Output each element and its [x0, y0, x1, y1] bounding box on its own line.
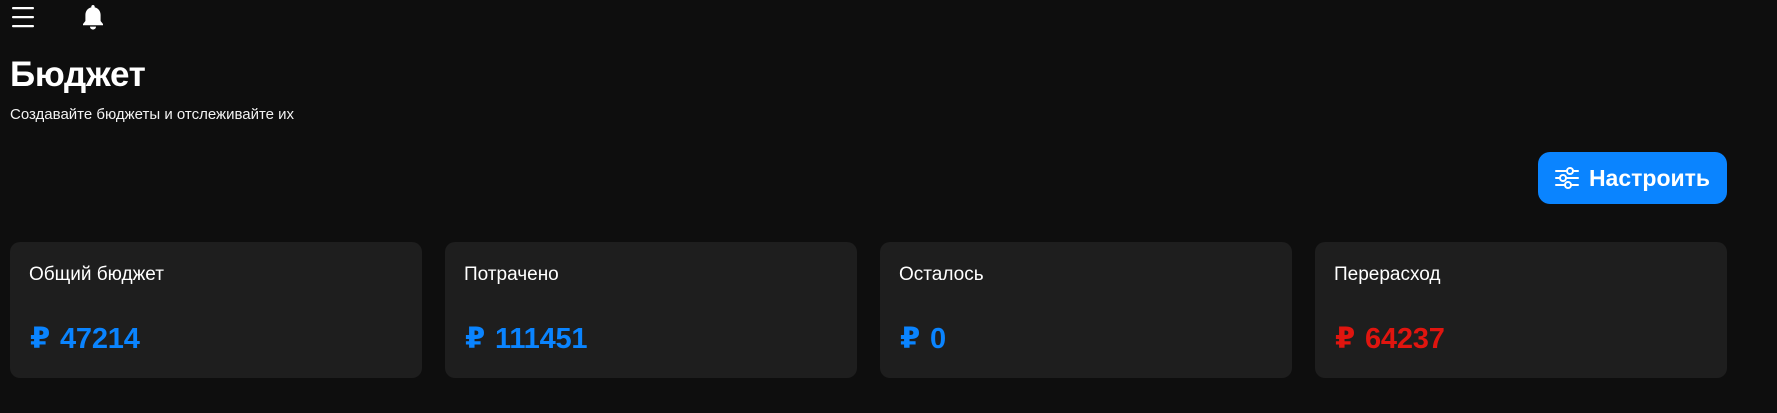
card-amount: 0 [929, 323, 946, 355]
card-amount: 111451 [494, 323, 588, 355]
hamburger-menu-icon[interactable] [12, 4, 38, 30]
top-bar [0, 0, 1777, 40]
configure-button[interactable]: Настроить [1538, 152, 1727, 204]
card-amount: 64237 [1364, 323, 1445, 355]
card-label: Потрачено [464, 264, 559, 285]
page-subtitle: Создавайте бюджеты и отслеживайте их [10, 106, 295, 123]
ruble-icon: ₽ [900, 323, 920, 355]
ruble-icon: ₽ [30, 323, 50, 355]
budget-page: Бюджет Создавайте бюджеты и отслеживайте… [0, 0, 1777, 413]
page-title: Бюджет [10, 55, 146, 94]
card-label: Перерасход [1334, 264, 1441, 285]
sliders-icon [1554, 166, 1579, 190]
ruble-icon: ₽ [1335, 323, 1355, 355]
card-value: ₽47214 [30, 322, 140, 356]
card-amount: 47214 [59, 323, 140, 355]
card-remaining: Осталось ₽0 [880, 242, 1292, 378]
card-value: ₽64237 [1335, 322, 1445, 356]
card-spent: Потрачено ₽111451 [445, 242, 857, 378]
card-overspend: Перерасход ₽64237 [1315, 242, 1727, 378]
ruble-icon: ₽ [465, 323, 485, 355]
summary-cards: Общий бюджет ₽47214 Потрачено ₽111451 Ос… [10, 242, 1727, 378]
card-value: ₽0 [900, 322, 946, 356]
card-total-budget: Общий бюджет ₽47214 [10, 242, 422, 378]
bell-icon[interactable] [80, 3, 106, 31]
card-value: ₽111451 [465, 322, 588, 356]
card-label: Осталось [899, 264, 984, 285]
configure-button-label: Настроить [1588, 164, 1711, 191]
card-label: Общий бюджет [29, 264, 164, 285]
